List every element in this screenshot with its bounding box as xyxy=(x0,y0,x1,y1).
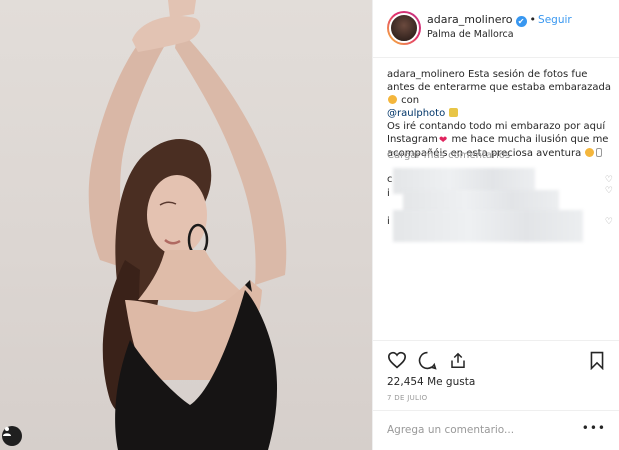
smile-emoji-icon xyxy=(388,95,397,104)
bottle-emoji-icon xyxy=(596,148,603,157)
comment-bubble-icon[interactable] xyxy=(418,351,437,370)
post-date[interactable]: 7 DE JULIO xyxy=(387,394,427,402)
photo-illustration xyxy=(88,0,287,450)
caption: adara_molinero Esta sesión de fotos fue … xyxy=(387,69,611,159)
smile-emoji-icon xyxy=(585,148,595,157)
verified-badge-icon: ✔ xyxy=(515,16,527,27)
post-author: adara_molinero ✔ • Seguir xyxy=(427,13,572,27)
post-sidebar: adara_molinero ✔ • Seguir Palma de Mallorca… xyxy=(372,0,619,450)
heart-outline-icon[interactable]: ♡ xyxy=(605,186,613,196)
post-header: adara_molinero ✔ • Seguir Palma de Mallorca xyxy=(373,0,619,58)
blurred-comment xyxy=(393,210,583,242)
comment-input[interactable]: Agrega un comentario... xyxy=(387,424,514,436)
comment-item: i ♡ xyxy=(387,186,613,199)
follow-button[interactable]: Seguir xyxy=(538,14,572,26)
mention-link[interactable]: @raulphoto xyxy=(387,108,445,119)
heart-outline-icon[interactable]: ♡ xyxy=(605,217,613,227)
load-more-comments[interactable]: Cargar más comentarios xyxy=(387,150,510,161)
bookmark-icon[interactable] xyxy=(589,351,605,370)
username-link[interactable]: adara_molinero xyxy=(427,13,513,26)
like-count[interactable]: 22,454 Me gusta xyxy=(387,376,475,388)
comment-composer: Agrega un comentario... ••• xyxy=(373,410,619,450)
heart-outline-icon[interactable] xyxy=(387,351,407,369)
heart-emoji-icon: ❤ xyxy=(438,135,448,146)
person-icon xyxy=(3,427,11,436)
sparkle-emoji-icon xyxy=(449,108,459,117)
comment-item: i ♡ xyxy=(387,210,613,242)
more-options-icon[interactable]: ••• xyxy=(582,421,606,435)
location-link[interactable]: Palma de Mallorca xyxy=(427,29,514,40)
share-icon[interactable] xyxy=(449,351,467,370)
caption-username[interactable]: adara_molinero xyxy=(387,69,465,80)
avatar[interactable] xyxy=(387,11,421,45)
post-photo[interactable] xyxy=(0,0,372,450)
action-bar xyxy=(373,340,619,380)
user-tag-icon[interactable] xyxy=(2,426,22,446)
